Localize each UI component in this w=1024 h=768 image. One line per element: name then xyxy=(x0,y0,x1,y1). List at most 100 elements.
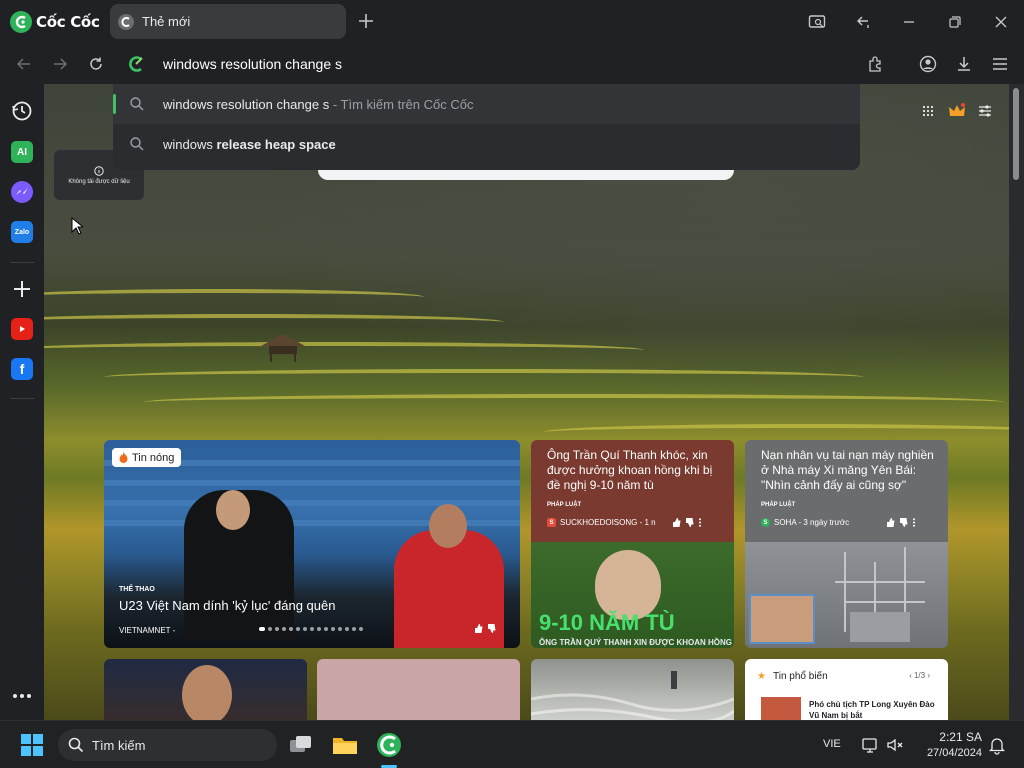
carousel-dot[interactable] xyxy=(310,627,314,631)
news-source: S SUCKHOEDOISONG - 1 n xyxy=(547,518,656,527)
carousel-dot[interactable] xyxy=(338,627,342,631)
profile-icon[interactable] xyxy=(917,53,939,75)
zalo-icon[interactable]: Zalo xyxy=(11,221,33,243)
news-card[interactable] xyxy=(104,659,307,720)
sidebar-divider xyxy=(10,262,34,263)
forward-arrow-icon[interactable] xyxy=(49,53,71,75)
add-icon[interactable] xyxy=(11,278,33,300)
tab-search-icon[interactable] xyxy=(851,10,875,34)
reload-icon[interactable] xyxy=(85,53,107,75)
close-window-icon[interactable] xyxy=(989,10,1013,34)
extensions-icon[interactable] xyxy=(865,53,887,75)
news-category: PHÁP LUẬT xyxy=(761,502,796,508)
carousel-dot[interactable] xyxy=(289,627,293,631)
task-view-icon[interactable] xyxy=(287,731,315,759)
selection-indicator xyxy=(113,94,116,114)
star-icon: ★ xyxy=(757,671,766,682)
like-icon[interactable] xyxy=(672,518,681,527)
vertical-scrollbar[interactable] xyxy=(1009,84,1024,720)
clock-time[interactable]: 2:21 SA xyxy=(922,730,982,744)
carousel-dot[interactable] xyxy=(282,627,286,631)
download-icon[interactable] xyxy=(953,53,975,75)
ai-icon[interactable]: AI xyxy=(11,141,33,163)
chevron-right-icon[interactable]: › xyxy=(927,671,930,680)
address-bar-input[interactable]: windows resolution change s xyxy=(163,56,342,72)
like-icon[interactable] xyxy=(886,518,895,527)
source-logo-icon: S xyxy=(547,518,556,527)
new-tab-plus-icon[interactable] xyxy=(356,11,376,31)
suggestion-text: windows resolution change s - Tìm kiếm t… xyxy=(163,97,473,112)
image-subcaption: ÔNG TRẦN QUÝ THANH XIN ĐƯỢC KHOAN HỒNG xyxy=(539,638,733,647)
dislike-icon[interactable] xyxy=(685,518,694,527)
back-arrow-icon[interactable] xyxy=(13,53,35,75)
news-source: S SOHA - 3 ngày trước xyxy=(761,518,849,527)
coccoc-taskbar-icon[interactable] xyxy=(375,731,403,759)
tab-new-tab[interactable]: Thẻ mới xyxy=(110,4,346,39)
hero-news-card[interactable]: Tin nóng THỂ THAO U23 Việt Nam dính 'kỷ … xyxy=(104,440,520,648)
main-menu-icon[interactable] xyxy=(989,53,1011,75)
taskbar-search-label: Tìm kiếm xyxy=(92,737,146,753)
facebook-icon[interactable]: f xyxy=(11,358,33,380)
carousel-dot[interactable] xyxy=(345,627,349,631)
carousel-dot[interactable] xyxy=(296,627,300,631)
carousel-dot[interactable] xyxy=(324,627,328,631)
notification-bell-icon[interactable] xyxy=(987,735,1007,755)
carousel-dot[interactable] xyxy=(275,627,279,631)
news-headline[interactable]: Ông Trần Quí Thanh khóc, xin được hưởng … xyxy=(547,448,727,493)
portrait-face xyxy=(182,665,232,720)
news-card[interactable] xyxy=(317,659,520,720)
carousel-dot[interactable] xyxy=(352,627,356,631)
player-head xyxy=(429,504,467,548)
popular-news-widget[interactable]: ★ Tin phổ biến ‹ 1/3 › Phó chủ tịch TP L… xyxy=(745,659,948,720)
terrace-line xyxy=(44,289,424,305)
card-reactions xyxy=(672,518,702,527)
like-icon[interactable] xyxy=(474,624,483,633)
crown-icon[interactable] xyxy=(948,102,966,120)
popular-news-pager[interactable]: ‹ 1/3 › xyxy=(909,671,930,680)
carousel-dot[interactable] xyxy=(359,627,363,631)
hero-source: VIETNAMNET - xyxy=(119,626,176,635)
coccoc-logo[interactable]: Cốc Cốc xyxy=(10,11,100,33)
chevron-left-icon[interactable]: ‹ xyxy=(909,671,912,680)
news-card[interactable] xyxy=(531,659,734,720)
more-icon[interactable] xyxy=(11,685,33,707)
windows-start-icon[interactable] xyxy=(20,733,44,757)
scrollbar-thumb[interactable] xyxy=(1013,88,1019,180)
dislike-icon[interactable] xyxy=(487,624,496,633)
file-explorer-icon[interactable] xyxy=(331,731,359,759)
taskbar-search-box[interactable]: Tìm kiếm xyxy=(58,729,277,761)
windows-taskbar: Tìm kiếm VIE 2:21 SA 27/04/2024 xyxy=(0,720,1024,768)
restore-icon[interactable] xyxy=(943,10,967,34)
more-options-icon[interactable] xyxy=(698,518,702,527)
hero-headline[interactable]: U23 Việt Nam dính 'kỷ lục' đáng quên xyxy=(119,598,335,613)
popular-news-item[interactable]: Phó chủ tịch TP Long Xuyên Đào Vũ Nam bị… xyxy=(809,699,939,720)
carousel-dot[interactable] xyxy=(303,627,307,631)
messenger-icon[interactable] xyxy=(11,181,33,203)
input-language[interactable]: VIE xyxy=(823,738,841,750)
fire-icon xyxy=(119,452,128,463)
minimize-icon[interactable] xyxy=(897,10,921,34)
news-card[interactable]: Ông Trần Quí Thanh khóc, xin được hưởng … xyxy=(531,440,734,648)
coccoc-logo-icon xyxy=(10,11,32,33)
suggestion-row[interactable]: windows release heap space xyxy=(113,124,860,164)
news-headline[interactable]: Nạn nhân vụ tai nạn máy nghiền ở Nhà máy… xyxy=(761,448,941,493)
volume-muted-icon[interactable] xyxy=(885,735,905,755)
youtube-icon[interactable] xyxy=(11,318,33,340)
carousel-dots[interactable] xyxy=(259,627,363,631)
apps-grid-icon[interactable] xyxy=(919,102,937,120)
settings-sliders-icon[interactable] xyxy=(976,102,994,120)
carousel-dot[interactable] xyxy=(331,627,335,631)
history-icon[interactable] xyxy=(11,100,33,122)
suggestion-row[interactable]: windows resolution change s - Tìm kiếm t… xyxy=(113,84,860,124)
terrace-line xyxy=(144,394,1004,410)
screen-capture-icon[interactable] xyxy=(805,10,829,34)
carousel-dot[interactable] xyxy=(259,627,265,631)
dislike-icon[interactable] xyxy=(899,518,908,527)
clock-date[interactable]: 27/04/2024 xyxy=(912,747,982,759)
search-icon xyxy=(129,136,145,152)
network-icon[interactable] xyxy=(860,735,880,755)
news-card[interactable]: Nạn nhân vụ tai nạn máy nghiền ở Nhà máy… xyxy=(745,440,948,648)
carousel-dot[interactable] xyxy=(317,627,321,631)
more-options-icon[interactable] xyxy=(912,518,916,527)
carousel-dot[interactable] xyxy=(268,627,272,631)
